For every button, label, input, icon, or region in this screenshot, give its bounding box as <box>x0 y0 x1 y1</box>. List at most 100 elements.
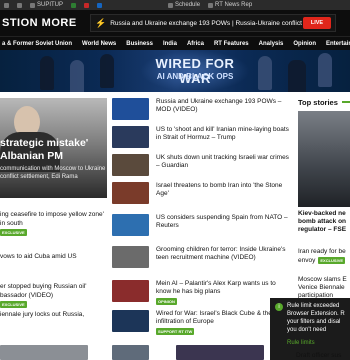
bookmark-item[interactable]: Schedule <box>164 2 204 8</box>
feed-headline-text[interactable]: Mein AI – Palantir's Alex Karp wants us … <box>156 280 276 295</box>
left-headline-text[interactable]: ing ceasefire to impose yellow zone' in … <box>0 210 108 228</box>
feed-item[interactable]: US considers suspending Spain from NATO … <box>112 214 292 240</box>
hero-story[interactable]: strategic mistake' Albanian PM communica… <box>0 98 107 198</box>
site-logo[interactable]: STION MORE <box>2 17 88 29</box>
bottom-thumb[interactable] <box>176 345 264 360</box>
left-headline[interactable]: er stopped buying Russian oil' bassador … <box>0 282 108 309</box>
feed-item[interactable]: Russia and Ukraine exchange 193 POWs – M… <box>112 98 292 124</box>
bookmark-favicon-icon <box>168 2 174 8</box>
feed-thumbnail[interactable] <box>112 154 149 176</box>
feed-item[interactable]: Israel threatens to bomb Iran into 'the … <box>112 182 292 208</box>
notification-line: Rule limit exceeded <box>287 303 340 309</box>
feed-headline-text[interactable]: Grooming children for terror: Inside Ukr… <box>156 246 286 261</box>
nav-item[interactable]: Entertainment <box>321 41 350 47</box>
top-story-text[interactable]: envoy <box>298 257 315 264</box>
top-story-text[interactable]: regulator – FSE <box>298 226 346 233</box>
feed-headline[interactable]: UK shuts down unit tracking Israeli war … <box>156 154 292 180</box>
bookmark-item[interactable] <box>0 2 13 8</box>
top-story-text[interactable]: Venice Biennale <box>298 284 345 291</box>
feed-headline[interactable]: US considers suspending Spain from NATO … <box>156 214 292 240</box>
left-headline[interactable]: iennale jury locks out Russia, <box>0 310 108 319</box>
left-headline-text[interactable]: iennale jury locks out Russia, <box>0 310 108 319</box>
hero-summary: communication with Moscow to Ukraine con… <box>0 166 106 180</box>
bookmark-favicon-icon <box>17 2 22 8</box>
feed-thumbnail[interactable] <box>112 310 149 332</box>
nav-item[interactable]: Opinion <box>288 41 321 47</box>
top-stories-accent <box>342 101 350 103</box>
feed-thumbnail[interactable] <box>112 246 149 268</box>
bookmarks-bar: SUPITUP Schedule RT News Rep <box>0 0 350 10</box>
breaking-ticker[interactable]: ⚡ Russia and Ukraine exchange 193 POWs |… <box>90 14 336 32</box>
top-story-line[interactable]: envoy EXCLUSIVE <box>298 256 350 265</box>
nav-item[interactable]: a & Former Soviet Union <box>0 41 77 47</box>
main-nav: a & Former Soviet Union World News Busines… <box>0 36 350 50</box>
top-story-text[interactable]: bomb attack on <box>298 218 346 225</box>
extension-notification[interactable]: i Rule limit exceeded Browser Extension. … <box>270 298 350 360</box>
exclusive-badge: EXCLUSIVE <box>0 229 27 236</box>
nav-item[interactable]: Business <box>121 41 158 47</box>
feed-thumbnail[interactable] <box>112 126 149 148</box>
left-headline-text[interactable]: er stopped buying Russian oil' bassador … <box>0 282 108 300</box>
banner-figure <box>70 60 84 92</box>
feed-headline[interactable]: US to 'shoot and kill' Iranian mine-layi… <box>156 126 292 152</box>
feed-badge: SUPPORT RT ITW <box>156 327 195 335</box>
nav-item[interactable]: World News <box>77 41 121 47</box>
bookmark-label: Schedule <box>175 2 201 8</box>
top-story-text[interactable]: Moscow slams E <box>298 276 347 283</box>
left-headline[interactable]: ing ceasefire to impose yellow zone' in … <box>0 210 108 237</box>
nav-item[interactable]: Africa <box>182 41 209 47</box>
bookmark-label: RT News Rep <box>215 2 253 8</box>
rule-limits-link[interactable]: Rule limits <box>287 340 315 346</box>
nav-item[interactable]: RT Features <box>209 41 254 47</box>
left-headline-text[interactable]: vows to aid Cuba amid US <box>0 252 108 261</box>
feed-headline-text[interactable]: Wired for War: Israel's Black Cube & the… <box>156 310 272 325</box>
bottom-headline[interactable]: Draft officer sus <box>296 352 341 359</box>
feed-headline-text[interactable]: UK shuts down unit tracking Israeli war … <box>156 154 289 169</box>
feed-item[interactable]: UK shuts down unit tracking Israeli war … <box>112 154 292 180</box>
feed-thumbnail[interactable] <box>112 280 149 302</box>
left-headline[interactable]: vows to aid Cuba amid US <box>0 252 108 261</box>
bookmark-favicon-icon <box>4 2 9 8</box>
top-stories-title: Top stories <box>298 98 338 107</box>
feed-headline-text[interactable]: Russia and Ukraine exchange 193 POWs – M… <box>156 98 281 113</box>
bookmark-item[interactable] <box>67 2 80 8</box>
hero-title[interactable]: strategic mistake' Albanian PM <box>0 137 107 163</box>
notification-line: you don't need <box>287 327 327 333</box>
bookmark-label: SUPITUP <box>37 2 64 8</box>
bookmark-item[interactable]: SUPITUP <box>26 2 67 8</box>
feed-headline-text[interactable]: US to 'shoot and kill' Iranian mine-layi… <box>156 126 289 141</box>
feed-headline[interactable]: Grooming children for terror: Inside Ukr… <box>156 246 292 272</box>
banner-figure <box>258 56 272 90</box>
feed-item[interactable]: US to 'shoot and kill' Iranian mine-layi… <box>112 126 292 152</box>
exclusive-badge: EXCLUSIVE <box>318 257 346 264</box>
feed-headline-text[interactable]: Israel threatens to bomb Iran into 'the … <box>156 182 282 197</box>
feed-item[interactable]: Grooming children for terror: Inside Ukr… <box>112 246 292 272</box>
feed-thumbnail[interactable] <box>112 98 149 120</box>
top-story-text[interactable]: Iran ready for be <box>298 248 346 255</box>
bottom-thumbnails <box>0 345 270 360</box>
feed-headline[interactable]: Israel threatens to bomb Iran into 'the … <box>156 182 292 208</box>
nav-item[interactable]: India <box>158 41 182 47</box>
feed-thumbnail[interactable] <box>112 182 149 204</box>
feed-headline-text[interactable]: US considers suspending Spain from NATO … <box>156 214 288 229</box>
feed-headline[interactable]: Russia and Ukraine exchange 193 POWs – M… <box>156 98 292 124</box>
feed-item[interactable]: Mein AI – Palantir's Alex Karp wants us … <box>112 280 292 306</box>
notification-text: Rule limit exceeded Browser Extension. R y… <box>287 302 350 334</box>
bottom-thumb[interactable] <box>0 345 88 360</box>
banner-figure <box>100 54 114 88</box>
bottom-thumb[interactable] <box>112 345 149 360</box>
banner-title: WIRED FOR WAR <box>155 56 235 86</box>
bookmark-item[interactable] <box>80 2 93 8</box>
nav-item[interactable]: Analysis <box>254 41 289 47</box>
feed-item[interactable]: Wired for War: Israel's Black Cube & the… <box>112 310 292 336</box>
live-button[interactable]: LIVE <box>303 17 331 29</box>
top-story-image[interactable] <box>298 111 350 207</box>
top-story-line[interactable]: regulator – FSE <box>298 226 350 234</box>
bookmark-item[interactable]: RT News Rep <box>204 2 256 8</box>
bookmark-item[interactable] <box>93 2 106 8</box>
wired-for-war-banner[interactable]: WIRED FOR WAR AI AND BLACK OPS <box>0 50 350 92</box>
ticker-text[interactable]: Russia and Ukraine exchange 193 POWs | R… <box>110 20 303 27</box>
bookmark-item[interactable] <box>13 2 26 8</box>
feed-thumbnail[interactable] <box>112 214 149 236</box>
top-story-text[interactable]: Kiev-backed ne <box>298 210 346 217</box>
